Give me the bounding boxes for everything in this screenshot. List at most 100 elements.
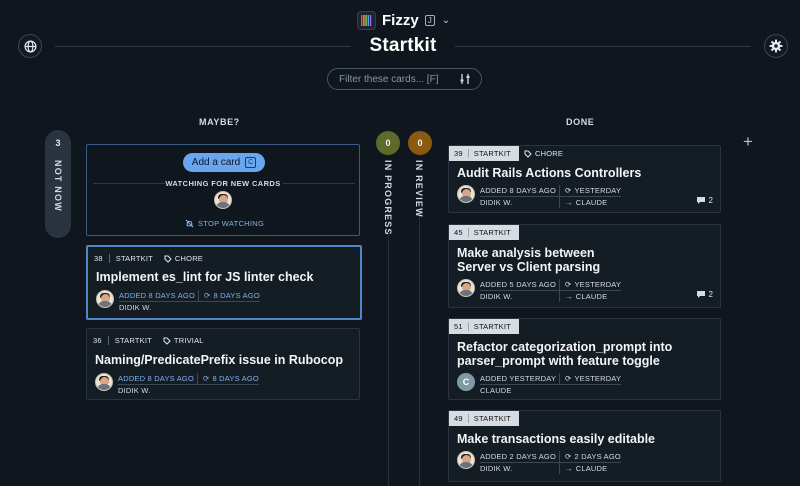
- card-footer: ADDED 5 DAYS AGO ⟳ YESTERDAY DIDIK W. → CL…: [449, 274, 720, 302]
- card-added: ADDED 8 DAYS AGO: [118, 373, 197, 385]
- app-shortcut-hint: J: [424, 14, 435, 26]
- card-added: ADDED 8 DAYS AGO: [119, 290, 198, 302]
- stop-watching-button[interactable]: STOP WATCHING: [185, 219, 264, 228]
- page-title: Startkit: [369, 35, 437, 56]
- card-board[interactable]: STARTKIT: [108, 254, 159, 263]
- card-assignee: CLAUDE: [575, 464, 608, 473]
- sliders-icon[interactable]: [459, 73, 471, 85]
- arrow-right-icon: →: [565, 198, 573, 207]
- in-review-column[interactable]: IN REVIEW: [414, 160, 424, 218]
- not-now-label: NOT NOW: [53, 160, 63, 212]
- card-footer: C ADDED YESTERDAY ⟳ YESTERDAY CLAUDE: [449, 368, 720, 396]
- card-tag-label: CHORE: [535, 149, 564, 158]
- card-board[interactable]: STARTKIT: [467, 228, 516, 237]
- comment-count[interactable]: 2: [696, 290, 713, 299]
- in-progress-column[interactable]: IN PROGRESS: [383, 160, 393, 236]
- card-author: DIDIK W.: [480, 198, 513, 207]
- author-avatar: C: [457, 373, 475, 391]
- card-36[interactable]: 36 STARTKIT TRIVIAL Naming/PredicatePref…: [86, 328, 360, 400]
- author-avatar: [96, 290, 114, 308]
- watching-label: WATCHING FOR NEW CARDS: [165, 179, 281, 188]
- refresh-icon: ⟳: [565, 186, 572, 195]
- plus-icon: +: [743, 132, 753, 151]
- card-updated: 2 DAYS AGO: [574, 452, 621, 461]
- author-avatar: [457, 451, 475, 469]
- card-45[interactable]: 45 STARTKIT Make analysis between Server …: [448, 224, 721, 308]
- author-avatar: [95, 373, 113, 391]
- card-meta: 36 STARTKIT TRIVIAL: [87, 333, 359, 348]
- tag-icon: [164, 255, 172, 263]
- card-updated: YESTERDAY: [574, 374, 622, 383]
- card-tag-label: TRIVIAL: [173, 336, 204, 345]
- page-header: Startkit: [55, 34, 751, 58]
- card-author: DIDIK W.: [118, 386, 151, 395]
- card-board[interactable]: STARTKIT: [467, 414, 516, 423]
- card-meta: 49 STARTKIT: [449, 411, 720, 426]
- card-number: 51: [454, 322, 463, 331]
- done-column-label: DONE: [566, 117, 595, 127]
- card-footer: ADDED 8 DAYS AGO ⟳ 8 DAYS AGO DIDIK W.: [87, 367, 359, 396]
- card-author: CLAUDE: [480, 386, 512, 395]
- card-title: Naming/PredicatePrefix issue in Rubocop: [95, 353, 343, 367]
- card-number: 38: [94, 254, 103, 263]
- filter-input[interactable]: [339, 73, 455, 85]
- card-tag[interactable]: CHORE: [159, 254, 203, 263]
- card-assignee: CLAUDE: [575, 198, 608, 207]
- comment-icon: [696, 291, 705, 298]
- author-avatar: [457, 185, 475, 203]
- card-title: Refactor categorization_prompt into pars…: [457, 340, 673, 368]
- comment-count-value: 2: [708, 290, 713, 299]
- card-39[interactable]: 39 STARTKIT CHORE Audit Rails Actions Con…: [448, 145, 721, 213]
- card-tag[interactable]: CHORE: [519, 149, 563, 158]
- card-number: 39: [454, 149, 463, 158]
- add-card-shortcut: C: [245, 157, 257, 168]
- card-footer: ADDED 8 DAYS AGO ⟳ YESTERDAY DIDIK W. → CL…: [449, 180, 720, 208]
- card-tag-label: CHORE: [174, 254, 204, 263]
- bell-off-icon: [185, 219, 194, 228]
- app-name: Fizzy: [382, 11, 419, 29]
- card-board[interactable]: STARTKIT: [467, 149, 516, 158]
- arrow-right-icon: →: [565, 464, 573, 473]
- card-author: DIDIK W.: [480, 464, 513, 473]
- gear-icon: [769, 39, 783, 53]
- comment-count[interactable]: 2: [696, 196, 713, 205]
- globe-button[interactable]: [18, 34, 42, 58]
- in-progress-divider: [388, 232, 389, 486]
- card-38[interactable]: 38 STARTKIT CHORE Implement es_lint for …: [86, 245, 362, 320]
- refresh-icon: ⟳: [203, 374, 210, 383]
- card-meta: 39 STARTKIT CHORE: [449, 146, 720, 161]
- chevron-down-icon[interactable]: ⌄: [442, 15, 450, 26]
- card-board[interactable]: STARTKIT: [107, 336, 158, 345]
- in-progress-count: 0: [376, 131, 400, 155]
- add-card-button[interactable]: Add a card C: [183, 153, 265, 172]
- filter-bar: [327, 68, 482, 90]
- card-tag[interactable]: TRIVIAL: [158, 336, 204, 345]
- card-added: ADDED 2 DAYS AGO: [480, 451, 559, 463]
- in-review-divider: [419, 216, 420, 486]
- comment-count-value: 2: [708, 196, 713, 205]
- watcher-avatar: [214, 191, 232, 209]
- card-updated: 8 DAYS AGO: [213, 291, 260, 300]
- settings-button[interactable]: [764, 34, 788, 58]
- maybe-column-label: MAYBE?: [199, 117, 240, 127]
- card-board[interactable]: STARTKIT: [467, 322, 516, 331]
- card-49[interactable]: 49 STARTKIT Make transactions easily edit…: [448, 410, 721, 482]
- card-updated: YESTERDAY: [574, 186, 622, 195]
- card-51[interactable]: 51 STARTKIT Refactor categorization_promp…: [448, 318, 721, 400]
- fizzy-logo-icon: [357, 10, 376, 30]
- card-updated: 8 DAYS AGO: [212, 374, 259, 383]
- new-card-panel: Add a card C WATCHING FOR NEW CARDS STOP…: [86, 144, 360, 236]
- card-title: Make transactions easily editable: [457, 432, 656, 446]
- app-switcher[interactable]: Fizzy J ⌄: [357, 9, 450, 31]
- stop-watching-label: STOP WATCHING: [198, 219, 265, 228]
- card-assignee: CLAUDE: [575, 292, 608, 301]
- card-title: Implement es_lint for JS linter check: [96, 270, 314, 284]
- add-column-button[interactable]: +: [743, 132, 753, 152]
- globe-icon: [24, 40, 36, 52]
- refresh-icon: ⟳: [565, 280, 572, 289]
- card-author: DIDIK W.: [480, 292, 513, 301]
- not-now-column[interactable]: 3 NOT NOW: [45, 130, 71, 238]
- card-meta: 38 STARTKIT CHORE: [88, 251, 360, 266]
- card-added: ADDED 8 DAYS AGO: [480, 185, 559, 197]
- card-number: 49: [454, 414, 463, 423]
